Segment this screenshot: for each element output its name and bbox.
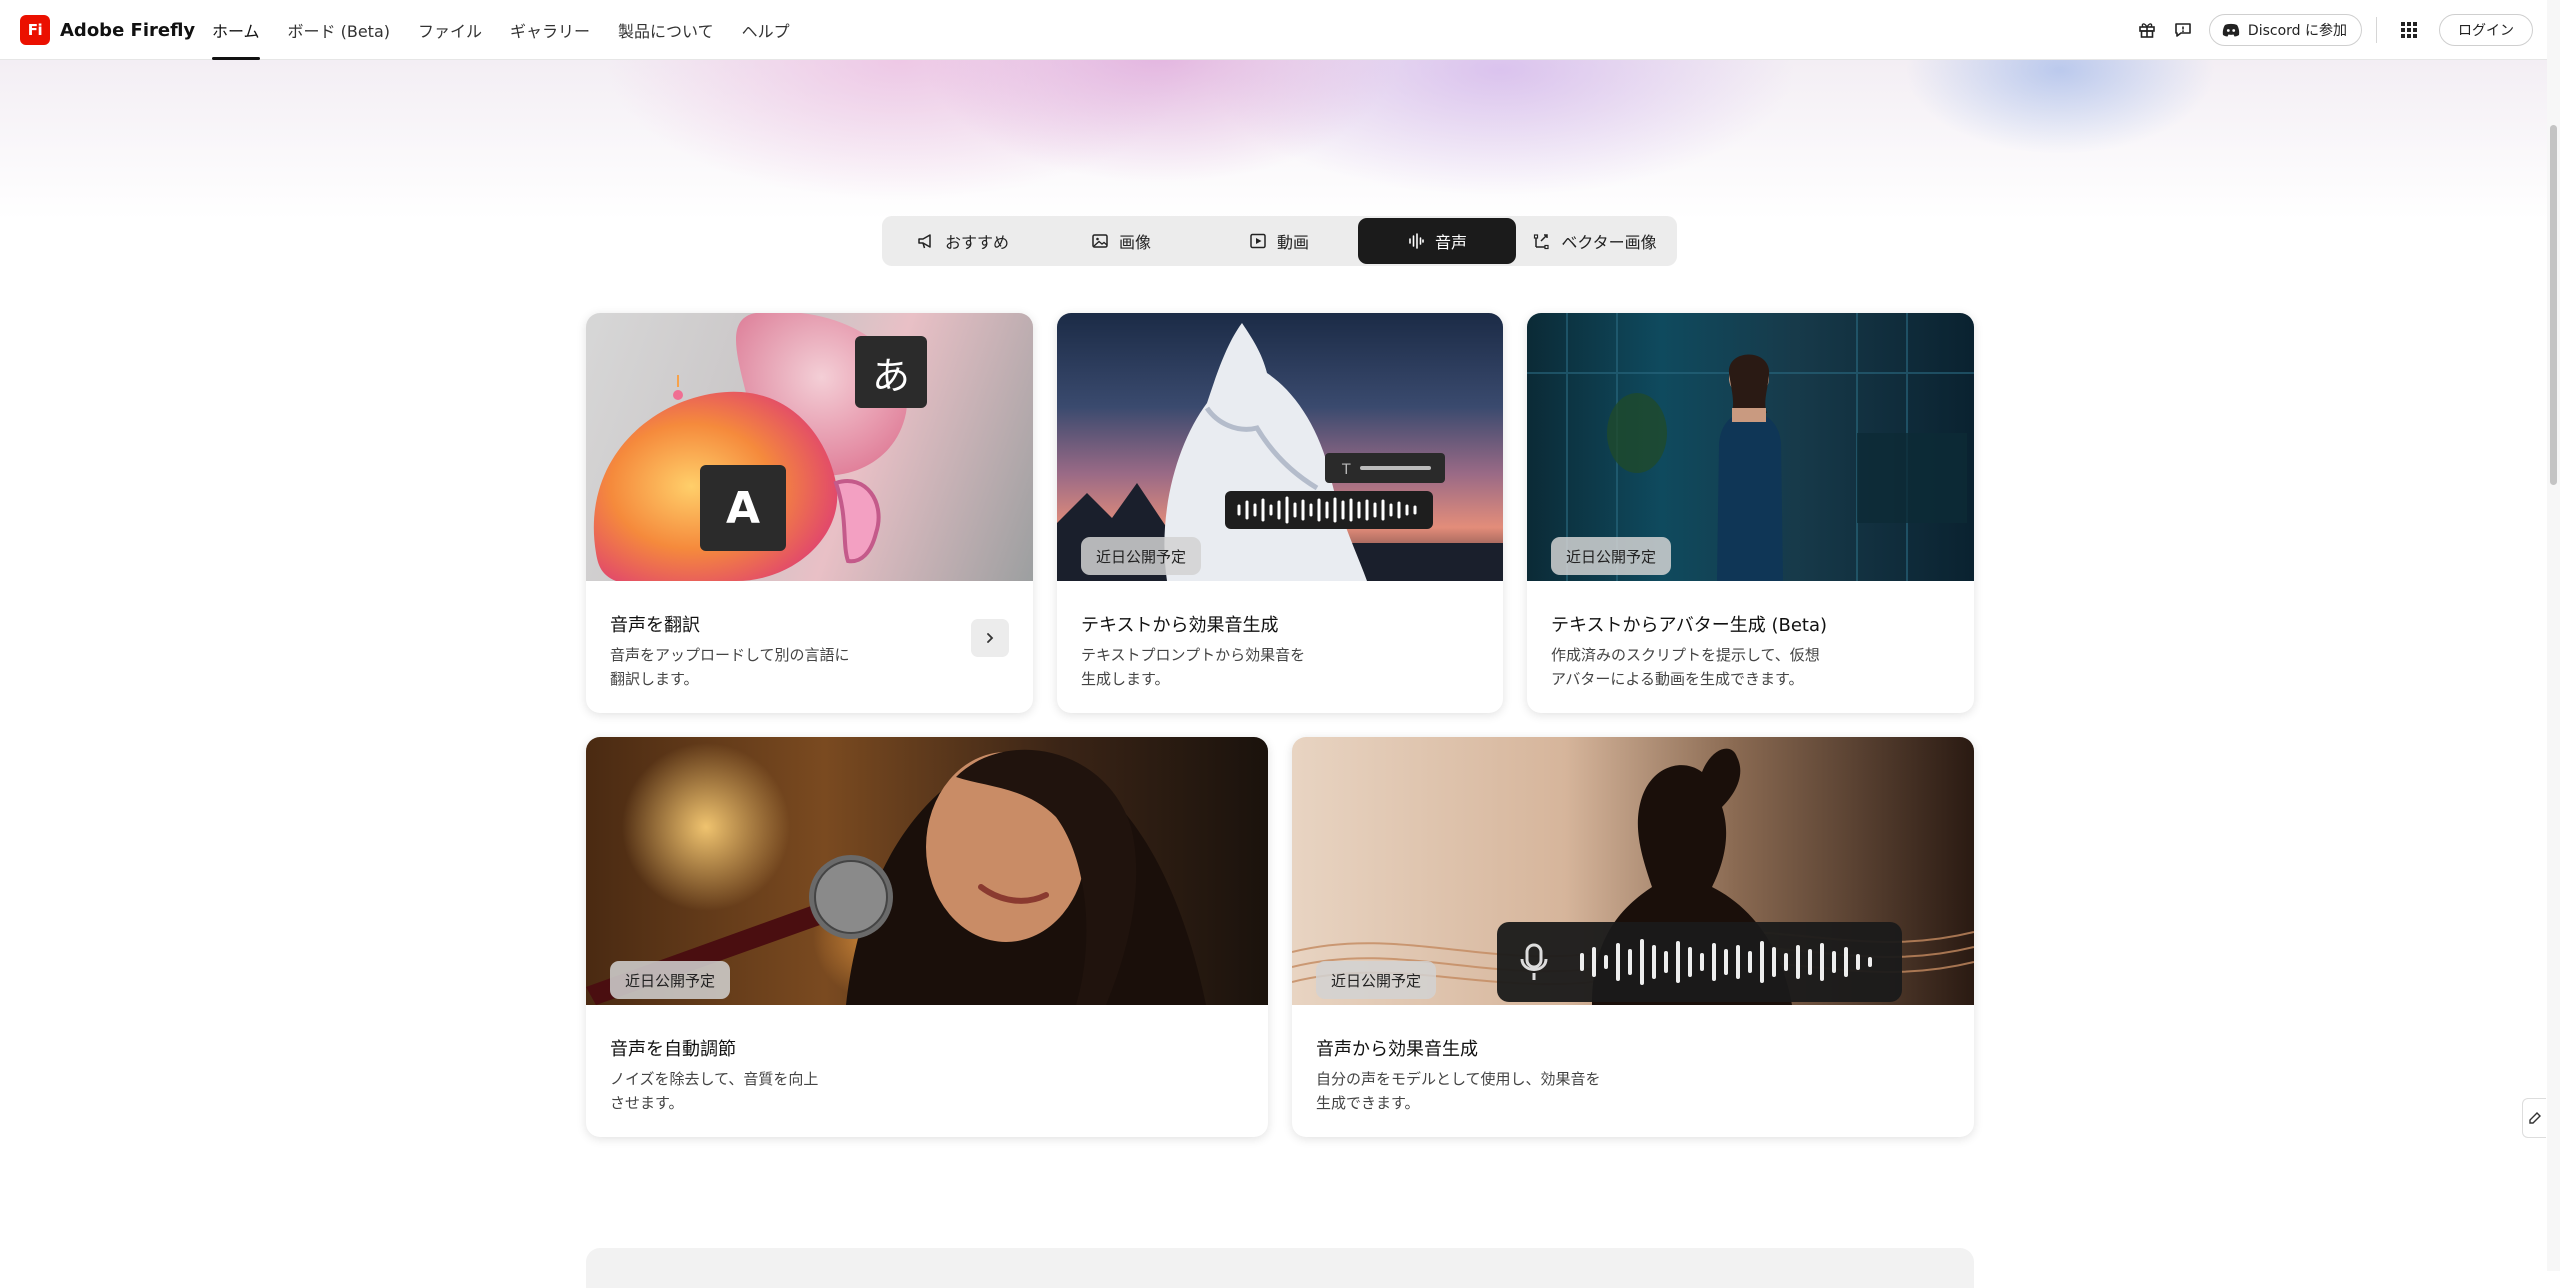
discord-join-label: Discord に参加 [2247,23,2347,39]
next-section-preview [586,1248,1974,1288]
glyph-badge-hiragana: あ [855,336,927,408]
brand-logo[interactable]: Fi Adobe Firefly [20,15,195,45]
card-description: 作成済みのスクリプトを提示して、仮想 アバターによる動画を生成できます。 [1551,643,1820,691]
toolbar-divider [2376,17,2377,43]
card-description: 音声をアップロードして別の言語に 翻訳します。 [610,643,850,691]
card-title: テキストから効果音生成 [1081,615,1279,636]
coming-soon-badge: 近日公開予定 [1081,537,1202,575]
brand-name: Adobe Firefly [60,19,196,41]
card-text-to-avatar[interactable]: 近日公開予定 テキストからアバター生成 (Beta) 作成済みのスクリプトを提示… [1527,313,1974,713]
tab-vector-label: ベクター画像 [1561,233,1657,252]
discord-icon [2222,23,2240,37]
card-image-avatar: 近日公開予定 [1527,313,1974,581]
card-voice-to-sfx[interactable]: 近日公開予定 音声から効果音生成 自分の声をモデルとして使用し、効果音を 生成で… [1292,737,1974,1137]
tab-audio[interactable]: 音声 [1358,218,1516,264]
card-translate-audio[interactable]: あ A 音声を翻訳 音声をアップロードして別の言語に 翻訳します。 [586,313,1033,713]
card-image-singer: 近日公開予定 [586,737,1268,1005]
tab-video[interactable]: 動画 [1200,218,1358,264]
tab-vector[interactable]: ベクター画像 [1516,218,1674,264]
apps-grid-icon[interactable] [2393,14,2425,46]
card-title: 音声から効果音生成 [1316,1039,1478,1060]
tab-featured[interactable]: おすすめ [884,218,1042,264]
coming-soon-badge: 近日公開予定 [610,961,731,999]
side-feedback-tab[interactable] [2522,1098,2546,1138]
card-title: 音声を自動調節 [610,1039,736,1060]
card-description: テキストプロンプトから効果音を 生成します。 [1081,643,1305,691]
card-title: 音声を翻訳 [610,615,700,636]
card-description-line: 自分の声をモデルとして使用し、効果音を [1316,1070,1601,1088]
card-description-line: 翻訳します。 [610,670,699,688]
nav-boards[interactable]: ボード (Beta) [288,0,390,60]
top-bar: Fi Adobe Firefly ホーム ボード (Beta) ファイル ギャラ… [0,0,2547,60]
card-image-silhouette: 近日公開予定 [1292,737,1974,1005]
discord-join-button[interactable]: Discord に参加 [2208,14,2362,46]
audio-wave-icon [1409,233,1424,249]
hero-banner-image [0,60,2547,220]
card-image-wolf: T 近日公開予定 [1057,313,1503,581]
tab-video-label: 動画 [1276,233,1309,252]
glyph-latin: A [725,482,761,534]
megaphone-icon [918,234,931,249]
vector-icon [1534,234,1549,250]
card-description-line: 生成します。 [1081,670,1170,688]
card-description-line: 音声をアップロードして別の言語に [610,646,850,664]
nav-files[interactable]: ファイル [418,0,482,60]
page-scrollbar[interactable] [2547,0,2560,1271]
scrollbar-thumb[interactable] [2550,125,2557,485]
card-description-line: テキストプロンプトから効果音を [1081,646,1306,664]
login-button[interactable]: ログイン [2439,14,2533,46]
nav-about[interactable]: 製品について [618,0,714,60]
feedback-icon[interactable] [2167,14,2199,46]
tab-featured-label: おすすめ [944,233,1009,252]
edit-icon [2528,1112,2541,1124]
card-description: ノイズを除去して、音質を向上 させます。 [610,1067,818,1115]
video-icon [1250,233,1266,249]
main-nav: ホーム ボード (Beta) ファイル ギャラリー 製品について ヘルプ [212,0,818,60]
nav-help[interactable]: ヘルプ [742,0,790,60]
card-text-to-sfx[interactable]: T 近日公開予定 テキストから効果音生成 テキストプロンプトから効果音を 生成し… [1057,313,1503,713]
tab-audio-label: 音声 [1434,233,1467,252]
card-description-line: アバターによる動画を生成できます。 [1551,670,1804,688]
chevron-right-icon [987,633,994,643]
card-image-translate: あ A [586,313,1033,581]
glyph-badge-latin: A [700,465,786,551]
tab-image-label: 画像 [1118,233,1151,252]
card-description-line: 作成済みのスクリプトを提示して、仮想 [1551,646,1820,664]
card-description-line: ノイズを除去して、音質を向上 [610,1070,819,1088]
card-title: テキストからアバター生成 (Beta) [1551,615,1828,636]
gift-icon[interactable] [2131,14,2163,46]
glyph-hiragana: あ [871,353,910,398]
coming-soon-badge: 近日公開予定 [1316,961,1437,999]
nav-home[interactable]: ホーム [212,0,260,60]
firefly-logo-icon: Fi [20,15,50,45]
image-icon [1092,234,1108,248]
category-tabs: おすすめ 画像 動画 音声 ベクター画像 [882,216,1677,266]
nav-gallery[interactable]: ギャラリー [510,0,590,60]
coming-soon-badge: 近日公開予定 [1551,537,1672,575]
tab-image[interactable]: 画像 [1042,218,1200,264]
card-description-line: 生成できます。 [1316,1094,1420,1112]
card-description-line: させます。 [610,1094,684,1112]
open-card-button[interactable] [971,619,1009,657]
svg-text:T: T [1341,462,1351,478]
card-enhance-audio[interactable]: 近日公開予定 音声を自動調節 ノイズを除去して、音質を向上 させます。 [586,737,1268,1137]
card-description: 自分の声をモデルとして使用し、効果音を 生成できます。 [1316,1067,1601,1115]
topbar-actions: Discord に参加 ログイン [2127,0,2533,60]
